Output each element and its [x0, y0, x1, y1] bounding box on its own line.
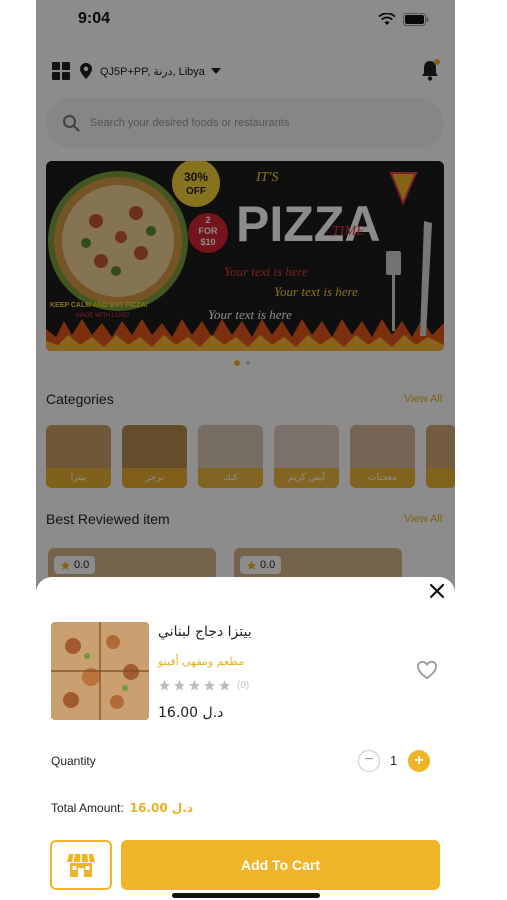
add-to-cart-button[interactable]: Add To Cart — [121, 840, 440, 890]
store-button[interactable] — [50, 840, 112, 890]
star-icon — [189, 680, 200, 691]
review-count: (0) — [237, 680, 250, 691]
close-icon[interactable] — [427, 581, 447, 601]
star-icon — [174, 680, 185, 691]
total-value: 16.00 د.ل — [129, 801, 193, 815]
product-rating: (0) — [158, 679, 249, 692]
total-amount: Total Amount: 16.00 د.ل — [51, 801, 193, 815]
store-icon — [67, 853, 95, 877]
minus-icon[interactable]: − — [358, 750, 380, 772]
star-icon — [204, 680, 215, 691]
screen: 9:04 QJ5P+PP, درنة, Libya Search your de… — [0, 0, 507, 900]
quantity-label: Quantity — [51, 754, 96, 768]
quantity-value: 1 — [390, 753, 398, 768]
restaurant-name[interactable]: مطعم ومقهى أفينو — [158, 655, 244, 668]
star-icon — [219, 680, 230, 691]
plus-icon[interactable]: + — [408, 750, 430, 772]
app-screen: 9:04 QJ5P+PP, درنة, Libya Search your de… — [36, 0, 455, 900]
product-name: بيتزا دجاج لبناني — [158, 624, 252, 640]
product-image — [51, 622, 149, 720]
heart-icon[interactable] — [416, 660, 438, 680]
product-price: 16.00 د.ل — [158, 705, 224, 721]
star-icon — [159, 680, 170, 691]
add-to-cart-sheet: بيتزا دجاج لبناني مطعم ومقهى أفينو (0) 1… — [36, 577, 455, 900]
total-label: Total Amount: — [51, 801, 124, 815]
home-indicator[interactable] — [172, 893, 320, 898]
